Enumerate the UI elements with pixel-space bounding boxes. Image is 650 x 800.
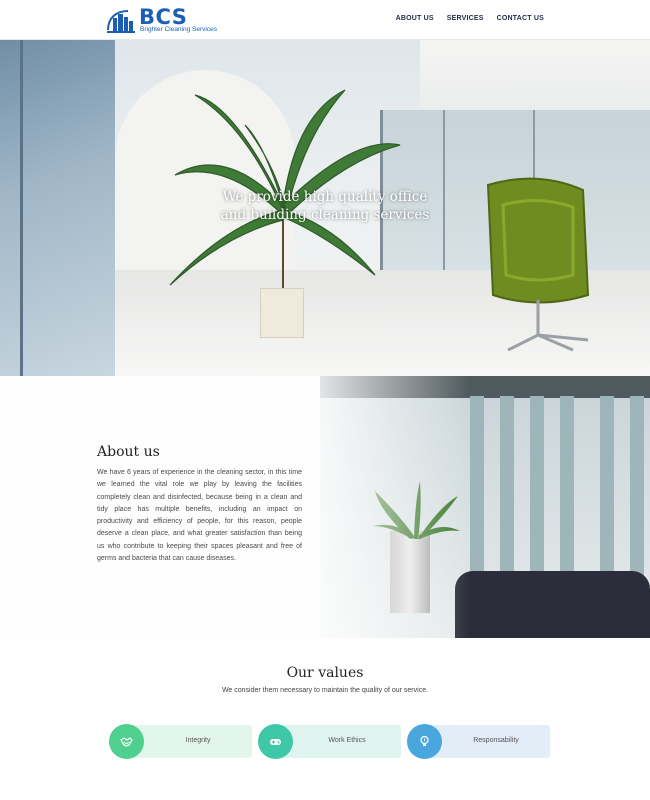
- lightbulb-icon: [420, 735, 429, 746]
- handshake-icon: [120, 737, 133, 747]
- glass-pane: [470, 396, 484, 596]
- main-nav: ABOUT US SERVICES CONTACT US: [396, 15, 544, 22]
- glass-pane: [600, 396, 614, 596]
- hero-ceiling: [420, 40, 650, 120]
- hero-headline-line2: and building cleaning services: [220, 207, 430, 223]
- value-icon-badge: [258, 724, 293, 759]
- hero-glass-door: [0, 40, 115, 376]
- about-title: About us: [97, 444, 160, 460]
- nav-services[interactable]: SERVICES: [447, 15, 484, 22]
- value-icon-badge: [407, 724, 442, 759]
- value-card-work-ethics: Work Ethics: [258, 724, 401, 759]
- about-body: We have 6 years of experience in the cle…: [97, 469, 302, 563]
- value-label: Integrity: [185, 737, 211, 744]
- about-section: About us We have 6 years of experience i…: [0, 376, 650, 638]
- site-header: BCS Brighter Cleaning Services ABOUT US …: [0, 0, 650, 40]
- value-label: Work Ethics: [328, 737, 366, 744]
- glass-pane: [530, 396, 544, 596]
- glass-pane: [500, 396, 514, 596]
- gamepad-icon: [270, 739, 281, 745]
- value-label: Responsability: [473, 737, 519, 744]
- glass-pane: [560, 396, 574, 596]
- building-logo-icon: [107, 10, 135, 33]
- value-card-integrity: Integrity: [109, 724, 252, 759]
- values-subtitle: We consider them necessary to maintain t…: [221, 687, 429, 694]
- nav-about-us[interactable]: ABOUT US: [396, 15, 434, 22]
- hero-headline-line1: We provide high quality office: [222, 189, 428, 205]
- hero-headline: We provide high quality office and build…: [200, 188, 450, 224]
- logo[interactable]: BCS Brighter Cleaning Services: [106, 5, 217, 36]
- values-section: Our values We consider them necessary to…: [0, 638, 650, 800]
- value-card-responsability: Responsability: [407, 724, 550, 759]
- plant-pot: [260, 288, 304, 338]
- logo-subtitle: Brighter Cleaning Services: [140, 26, 217, 33]
- glass-pane: [630, 396, 644, 596]
- nav-contact-us[interactable]: CONTACT US: [497, 15, 544, 22]
- green-chair-image: [486, 177, 590, 352]
- sofa-image: [455, 571, 650, 638]
- hero-banner: We provide high quality office and build…: [0, 40, 650, 376]
- values-title: Our values: [286, 665, 364, 681]
- value-icon-badge: [109, 724, 144, 759]
